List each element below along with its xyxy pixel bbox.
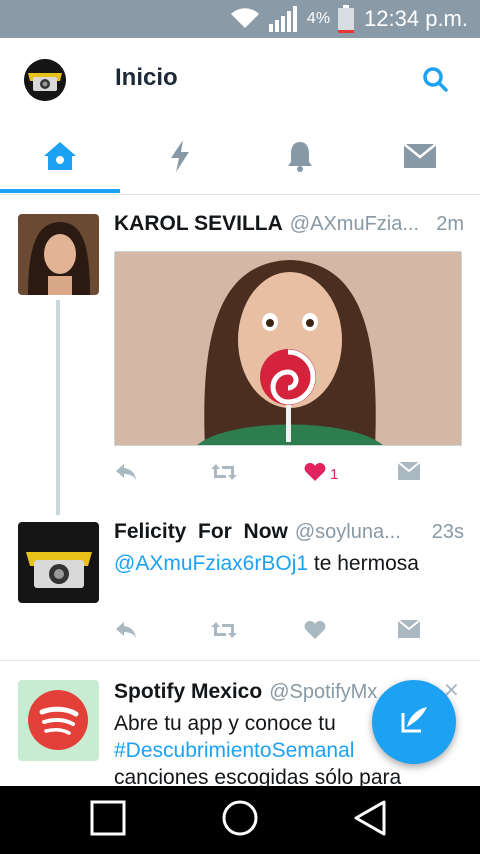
bell-icon	[286, 140, 314, 177]
reply-button[interactable]	[114, 620, 138, 645]
compose-tweet-button[interactable]	[372, 680, 456, 764]
circle-icon	[221, 799, 259, 842]
retweet-icon	[210, 462, 238, 487]
envelope-icon	[397, 619, 421, 643]
tweet-time: 2m	[436, 213, 464, 235]
avatar[interactable]	[18, 214, 99, 295]
status-bar: 4% 12:34 p.m.	[0, 0, 480, 38]
page-title: Inicio	[115, 64, 178, 91]
tweet-header: Felicity For Now @soyluna... 23s	[114, 520, 464, 544]
tweet-actions: 1	[114, 461, 464, 492]
author-handle[interactable]: @soyluna...	[295, 521, 424, 544]
tab-messages[interactable]	[360, 122, 480, 194]
retweet-icon	[210, 620, 238, 645]
avatar[interactable]	[18, 522, 99, 603]
lightning-icon	[169, 139, 191, 177]
reply-icon	[114, 462, 138, 487]
tweet-time: 23s	[431, 521, 464, 543]
tab-notifications[interactable]	[240, 122, 360, 194]
home-nav-button[interactable]	[190, 786, 290, 854]
author-name[interactable]: KAROL SEVILLA	[114, 212, 283, 236]
profile-avatar[interactable]	[24, 59, 66, 101]
like-button[interactable]: 1	[304, 462, 338, 487]
thread-connector-line	[56, 300, 60, 515]
tab-bar	[0, 122, 480, 195]
like-count: 1	[330, 466, 339, 483]
tweet-image[interactable]	[114, 251, 462, 446]
battery-icon	[338, 5, 355, 33]
direct-message-button[interactable]	[397, 619, 421, 643]
signal-icon	[268, 6, 299, 32]
reply-icon	[114, 620, 138, 645]
reply-button[interactable]	[114, 462, 138, 487]
avatar[interactable]	[18, 680, 99, 761]
tweet-divider	[0, 660, 480, 661]
tweet-header: KAROL SEVILLA @AXmuFzia... 2m	[114, 212, 464, 236]
tweet-text: @AXmuFziax6rBOj1 te hermosa	[114, 550, 464, 577]
tab-moments[interactable]	[120, 122, 240, 194]
envelope-icon	[397, 461, 421, 485]
author-name[interactable]: Spotify Mexico	[114, 680, 262, 704]
mention-link[interactable]: @AXmuFziax6rBOj1	[114, 552, 308, 575]
envelope-icon	[403, 142, 437, 173]
compose-feather-icon	[397, 703, 431, 742]
active-tab-indicator	[0, 189, 120, 193]
search-icon	[418, 67, 454, 102]
app-header: Inicio	[0, 38, 480, 122]
heart-icon	[304, 462, 326, 487]
home-icon	[42, 140, 78, 177]
retweet-button[interactable]	[210, 462, 238, 487]
author-handle[interactable]: @AXmuFzia...	[290, 213, 428, 236]
back-nav-button[interactable]	[320, 786, 420, 854]
search-button[interactable]	[418, 62, 454, 98]
tab-home[interactable]	[0, 122, 120, 194]
heart-icon	[304, 620, 326, 645]
recent-apps-button[interactable]	[58, 786, 158, 854]
tweet-actions	[114, 619, 464, 650]
battery-percent: 4%	[306, 10, 331, 27]
square-icon	[90, 800, 126, 841]
wifi-icon	[229, 8, 261, 30]
author-name[interactable]: Felicity For Now	[114, 520, 288, 544]
clock: 12:34 p.m.	[364, 6, 468, 31]
direct-message-button[interactable]	[397, 461, 421, 485]
tweet-body: te hermosa	[308, 552, 419, 575]
like-button[interactable]	[304, 620, 326, 645]
system-nav-bar	[0, 786, 480, 854]
retweet-button[interactable]	[210, 620, 238, 645]
back-triangle-icon	[352, 799, 388, 842]
